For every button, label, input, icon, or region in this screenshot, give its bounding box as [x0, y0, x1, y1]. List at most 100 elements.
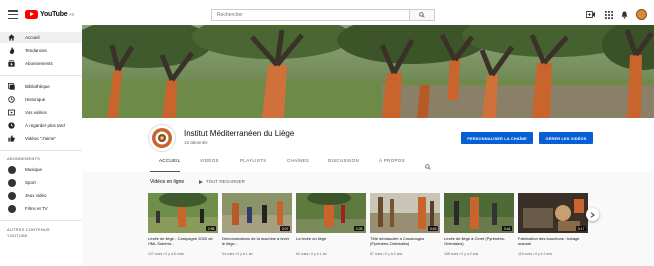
video-card[interactable]: 2:58 Levée de liège - Campagne 2020 de l… [148, 193, 218, 256]
chevron-right-icon [590, 211, 595, 218]
tab-about[interactable]: À PROPOS [379, 158, 405, 163]
youtube-logo-icon [25, 10, 38, 19]
sidebar-item-label: Jeux vidéo [25, 193, 47, 198]
channel-logo-icon [152, 128, 172, 148]
customize-channel-button[interactable]: PERSONNALISER LA CHAÎNE [461, 132, 533, 144]
tab-playlists[interactable]: PLAYLISTS [240, 158, 266, 163]
video-card[interactable]: 0:44 Levée de liège à Ceret (Pyrénées-Or… [444, 193, 514, 256]
video-thumbnail[interactable]: 0:17 [518, 193, 588, 233]
tab-home[interactable]: ACCUEIL [159, 158, 181, 163]
sidebar-item-sport[interactable]: Sport [0, 177, 82, 188]
video-duration: 3:07 [280, 226, 290, 231]
subscriber-count: 15 abonnés [184, 140, 208, 145]
sidebar-item-watch-later[interactable]: À regarder plus tard [0, 120, 82, 131]
apps-grid-icon[interactable] [604, 10, 613, 19]
channel-avatar[interactable] [148, 124, 176, 152]
video-thumbnail[interactable]: 0:28 [296, 193, 366, 233]
channel-banner [82, 25, 654, 118]
cork-forest-banner-image [82, 25, 654, 118]
sidebar-divider [0, 150, 82, 151]
play-icon [199, 179, 203, 184]
video-meta: 165 vues • Il y a 2 ans [444, 252, 479, 256]
your-videos-icon [8, 109, 15, 116]
video-card[interactable]: 0:43 Tête démasclée à Coustouges (Pyréné… [370, 193, 440, 256]
sidebar-item-label: Sport [25, 180, 36, 185]
account-avatar[interactable] [636, 9, 647, 20]
video-title[interactable]: La levée du liège [296, 236, 366, 251]
youtube-logo[interactable]: YouTube FR [25, 10, 74, 19]
video-thumbnail[interactable]: 0:43 [370, 193, 440, 233]
video-thumbnail[interactable]: 2:58 [148, 193, 218, 233]
liked-videos-icon [8, 135, 15, 142]
logo-country: FR [69, 12, 75, 17]
sidebar-item-label: Tendances [25, 48, 47, 53]
sidebar-item-home[interactable]: Accueil [0, 32, 82, 43]
video-title[interactable]: Levée de liège à Ceret (Pyrénées-Orienta… [444, 236, 514, 251]
manage-videos-button[interactable]: GÉRER LES VIDÉOS [539, 132, 593, 144]
sidebar-item-library[interactable]: Bibliothèque [0, 81, 82, 92]
video-duration: 0:17 [576, 226, 586, 231]
tab-discussion[interactable]: DISCUSSION [328, 158, 359, 163]
library-icon [8, 83, 15, 90]
play-all-button[interactable]: TOUT REGARDER [199, 179, 245, 184]
sidebar-divider [0, 75, 82, 76]
video-thumbnail[interactable]: 0:44 [444, 193, 514, 233]
movies-channel-avatar [8, 204, 16, 213]
sidebar-item-label: Abonnements [25, 61, 53, 66]
section-title: Vidéos en ligne [150, 179, 185, 185]
video-card[interactable]: 0:28 La levée du liège 60 vues • Il y a … [296, 193, 366, 256]
notifications-bell-icon[interactable] [620, 10, 629, 19]
search-input[interactable] [211, 9, 409, 21]
video-card[interactable]: 0:17 Fabrication des bouchons : tubage m… [518, 193, 588, 256]
video-card[interactable]: 3:07 Démonstrations de la machine à leve… [222, 193, 292, 256]
carousel-next-button[interactable] [586, 208, 599, 221]
video-duration: 0:44 [502, 226, 512, 231]
music-channel-avatar [8, 165, 16, 174]
sidebar-item-label: Films et TV [25, 206, 48, 211]
sidebar-item-your-videos[interactable]: Vos vidéos [0, 107, 82, 118]
video-meta: 127 vues • Il y a 8 mois [148, 252, 185, 256]
sidebar-item-label: Vidéos "J'aime" [25, 136, 56, 141]
video-title[interactable]: Fabrication des bouchons : tubage manuel [518, 236, 588, 251]
video-title[interactable]: Tête démasclée à Coustouges (Pyrénées-Or… [370, 236, 440, 251]
sidebar-item-label: Vos vidéos [25, 110, 47, 115]
tab-videos[interactable]: VIDÉOS [200, 158, 219, 163]
sidebar-item-subscriptions[interactable]: Abonnements [0, 58, 82, 69]
sidebar-item-label: À regarder plus tard [25, 123, 65, 128]
video-meta: 60 vues • Il y a 1 an [296, 252, 327, 256]
video-title[interactable]: Démonstrations de la machine à lever le … [222, 236, 292, 251]
search-button[interactable] [409, 9, 435, 21]
history-icon [8, 96, 15, 103]
sidebar-item-movies[interactable]: Films et TV [0, 203, 82, 214]
logo-text: YouTube [40, 11, 68, 18]
tab-channels[interactable]: CHAÎNES [287, 158, 309, 163]
sidebar-item-trending[interactable]: Tendances [0, 45, 82, 56]
search-icon [419, 12, 425, 18]
subscriptions-icon [8, 60, 15, 67]
play-all-label: TOUT REGARDER [206, 179, 245, 184]
video-duration: 2:58 [206, 226, 216, 231]
sidebar-item-label: Musique [25, 167, 43, 172]
video-duration: 0:43 [428, 226, 438, 231]
watch-later-icon [8, 122, 15, 129]
video-meta: 87 vues • Il y a 2 ans [370, 252, 403, 256]
video-thumbnail[interactable]: 3:07 [222, 193, 292, 233]
sidebar-divider [0, 220, 82, 221]
menu-icon[interactable] [8, 10, 18, 19]
channel-name: Institut Méditerranéen du Liège [184, 129, 295, 138]
create-video-icon[interactable] [586, 10, 595, 19]
video-meta: 64 vues • Il y a 1 an [222, 252, 253, 256]
other-content-heading: AUTRES CONTENUS [7, 227, 50, 232]
video-duration: 0:28 [354, 226, 364, 231]
sidebar-item-music[interactable]: Musique [0, 164, 82, 175]
sidebar-item-label: Historique [25, 97, 46, 102]
gaming-channel-avatar [8, 191, 16, 200]
sidebar-item-gaming[interactable]: Jeux vidéo [0, 190, 82, 201]
trending-icon [8, 47, 15, 54]
sidebar-item-liked-videos[interactable]: Vidéos "J'aime" [0, 133, 82, 144]
other-content-heading-line2: YOUTUBE [7, 233, 28, 238]
channel-tabs: ACCUEIL VIDÉOS PLAYLISTS CHAÎNES DISCUSS… [82, 152, 654, 172]
sport-channel-avatar [8, 178, 16, 187]
video-title[interactable]: Levée de liège - Campagne 2020 de l'IML … [148, 236, 218, 251]
sidebar-item-history[interactable]: Historique [0, 94, 82, 105]
